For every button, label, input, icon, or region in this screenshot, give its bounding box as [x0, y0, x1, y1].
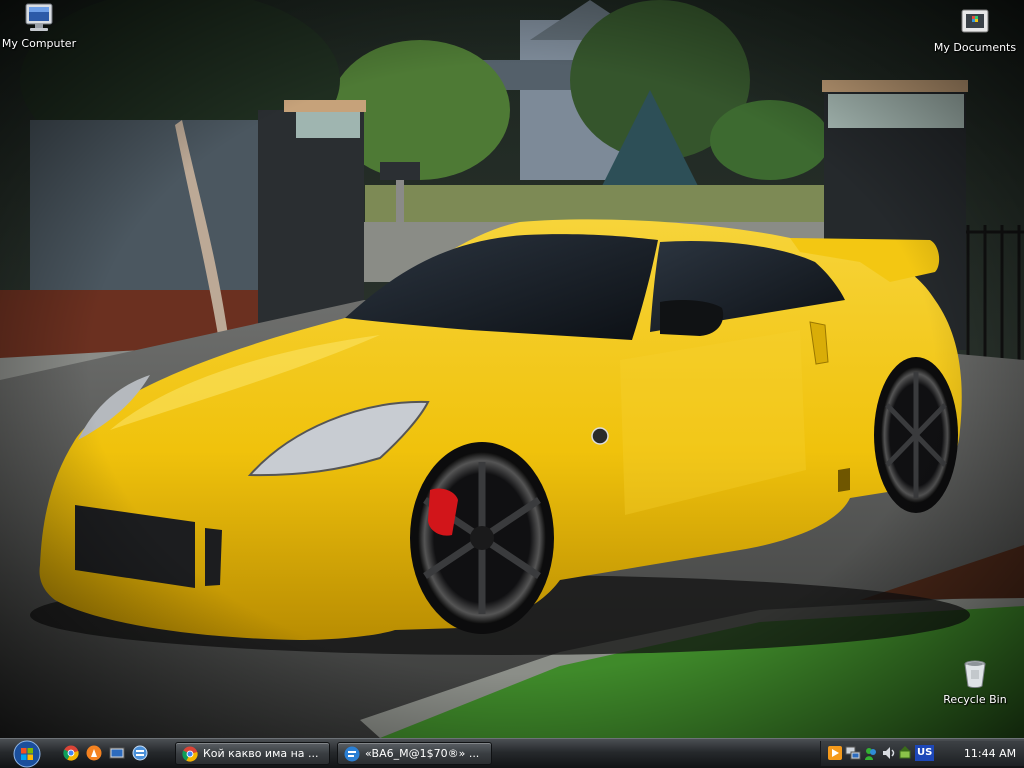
switch-windows-icon[interactable]	[132, 745, 148, 761]
clock[interactable]: 11:44 AM	[959, 741, 1021, 766]
chrome-icon[interactable]	[63, 745, 79, 761]
show-desktop-icon[interactable]	[109, 745, 125, 761]
system-tray: US 11:44 AM	[820, 741, 1024, 766]
desktop-icon-label: Recycle Bin	[943, 693, 1007, 706]
taskbar: Кой какво има на ... «BA6_M@1$70®» ... U…	[0, 738, 1024, 768]
desktop-icon-my-documents[interactable]: My Documents	[930, 6, 1020, 55]
desktop-icon-label: My Computer	[1, 37, 77, 50]
computer-icon	[25, 3, 53, 31]
desktop[interactable]: My Computer My Documents Recycle Bin	[0, 0, 1024, 738]
chat-icon	[344, 746, 360, 762]
taskbar-button-chat[interactable]: «BA6_M@1$70®» ...	[337, 742, 492, 765]
desktop-icon-label: My Documents	[933, 41, 1017, 54]
media-player-icon[interactable]	[827, 745, 843, 761]
documents-folder-icon	[961, 9, 989, 33]
taskbar-button-label: «BA6_M@1$70®» ...	[365, 747, 480, 760]
language-indicator[interactable]: US	[915, 745, 935, 761]
volume-icon[interactable]	[881, 745, 897, 761]
taskbar-button-label: Кой какво има на ...	[203, 747, 319, 760]
taskbar-button-chrome[interactable]: Кой какво има на ...	[175, 742, 330, 765]
desktop-icon-my-computer[interactable]: My Computer	[0, 2, 84, 51]
recycle-bin-icon	[964, 660, 986, 688]
chrome-icon	[182, 746, 198, 762]
wallpaper-image	[0, 0, 1024, 738]
start-button[interactable]	[12, 740, 42, 768]
network-icon[interactable]	[845, 745, 861, 761]
safely-remove-icon[interactable]	[897, 745, 913, 761]
desktop-icon-recycle-bin[interactable]: Recycle Bin	[930, 658, 1020, 707]
avast-icon[interactable]	[86, 745, 102, 761]
messenger-icon[interactable]	[863, 745, 879, 761]
